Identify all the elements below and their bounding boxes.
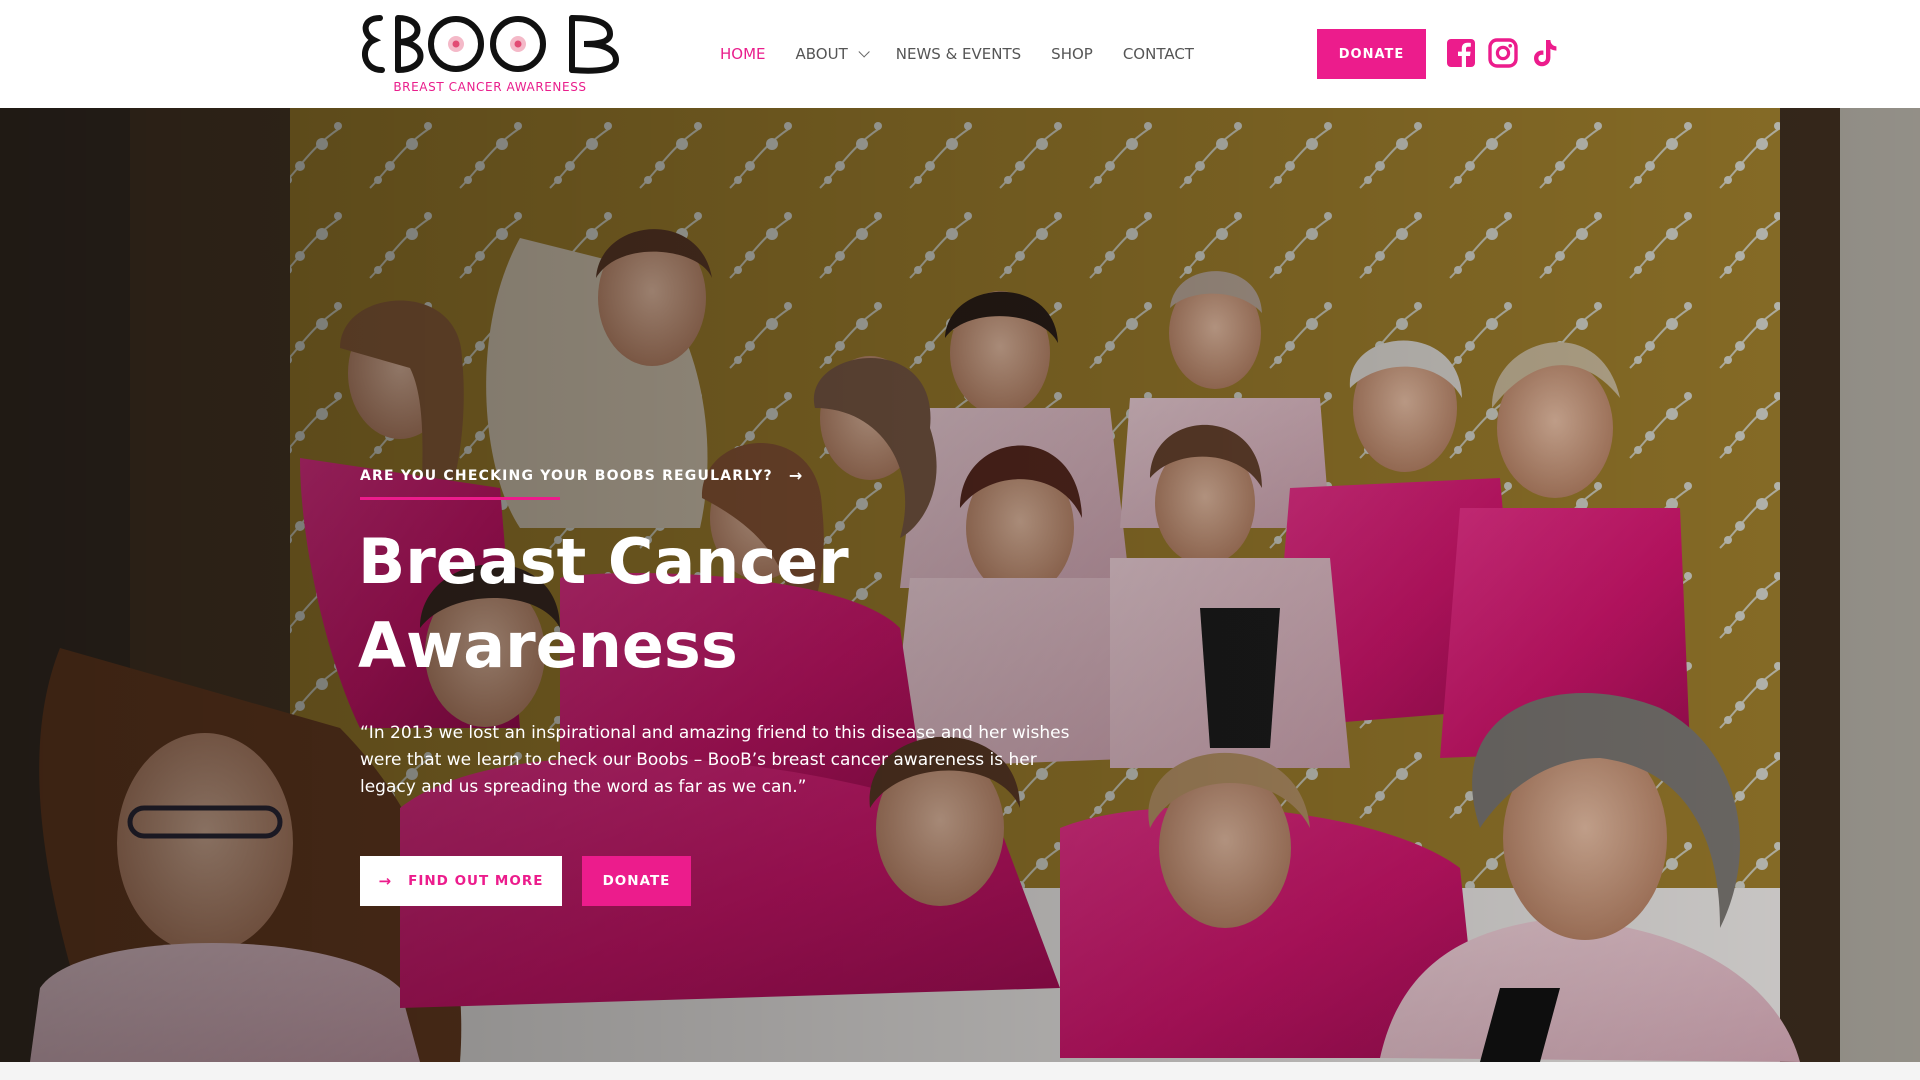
hero-quote: “In 2013 we lost an inspirational and am… xyxy=(360,723,1070,797)
logo-tagline: BREAST CANCER AWARENESS xyxy=(393,80,587,94)
main-nav: HOME ABOUT NEWS & EVENTS SHOP CONTACT xyxy=(720,0,1224,108)
facebook-icon[interactable] xyxy=(1446,38,1476,68)
hero-title-line-1: Breast Cancer xyxy=(358,525,849,598)
nav-home[interactable]: HOME xyxy=(720,45,766,63)
hero-section: ARE YOU CHECKING YOUR BOOBS REGULARLY? →… xyxy=(0,108,1920,1062)
chevron-down-icon xyxy=(858,46,870,58)
tiktok-icon[interactable] xyxy=(1530,38,1560,68)
logo-wordmark xyxy=(362,15,620,74)
site-logo[interactable]: BREAST CANCER AWARENESS xyxy=(358,12,622,96)
instagram-icon[interactable] xyxy=(1488,38,1518,68)
header-donate-button[interactable]: DONATE xyxy=(1317,29,1426,79)
nav-news-events[interactable]: NEWS & EVENTS xyxy=(896,45,1021,63)
eyebrow-link[interactable]: ARE YOU CHECKING YOUR BOOBS REGULARLY? → xyxy=(360,466,803,485)
nav-shop[interactable]: SHOP xyxy=(1051,45,1093,63)
nav-contact[interactable]: CONTACT xyxy=(1123,45,1194,63)
hero-title: Breast Cancer Awareness xyxy=(358,520,1058,688)
hero-donate-button[interactable]: DONATE xyxy=(582,856,691,906)
nav-about-label: ABOUT xyxy=(795,45,848,63)
hero-title-line-2: Awareness xyxy=(358,609,738,682)
next-section-edge xyxy=(0,1062,1920,1080)
eyebrow-text: ARE YOU CHECKING YOUR BOOBS REGULARLY? xyxy=(360,467,773,484)
arrow-right-icon: → xyxy=(378,872,393,890)
site-header: BREAST CANCER AWARENESS HOME ABOUT NEWS … xyxy=(0,0,1920,108)
nav-about[interactable]: ABOUT xyxy=(795,45,870,63)
arrow-right-icon: → xyxy=(788,466,804,485)
find-out-more-label: FIND OUT MORE xyxy=(408,873,544,889)
find-out-more-button[interactable]: → FIND OUT MORE xyxy=(360,856,562,906)
eyebrow-underline xyxy=(360,497,560,500)
